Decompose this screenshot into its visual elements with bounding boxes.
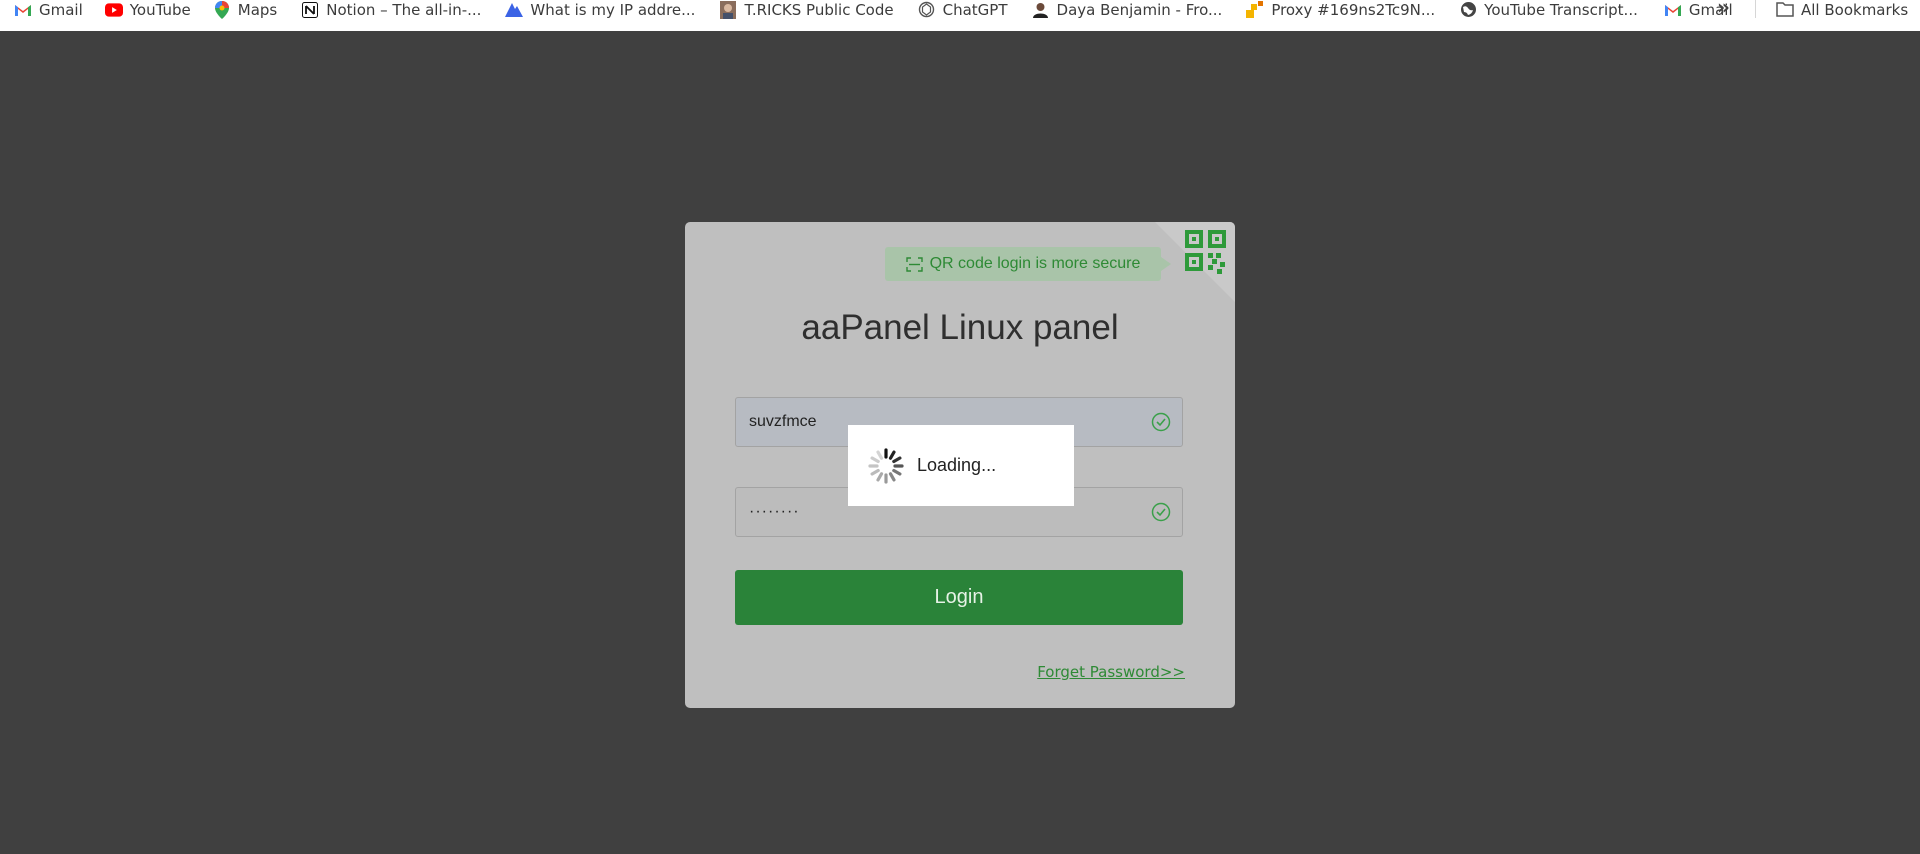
login-button[interactable]: Login xyxy=(735,570,1183,625)
qr-code-icon[interactable] xyxy=(1155,222,1235,302)
bookmark-transcript[interactable]: YouTube Transcript... xyxy=(1459,0,1638,25)
forget-password-link[interactable]: Forget Password>> xyxy=(1037,663,1185,681)
bookmark-label: ChatGPT xyxy=(942,0,1008,19)
proxy-icon xyxy=(1246,0,1264,19)
loading-dialog: Loading... xyxy=(848,425,1074,506)
bookmark-label: YouTube xyxy=(129,0,191,19)
ip-icon xyxy=(505,1,524,19)
loading-text: Loading... xyxy=(917,455,997,475)
bookmark-label: T.RICKS Public Code xyxy=(744,0,894,19)
bookmark-youtube[interactable]: YouTube xyxy=(104,0,191,25)
youtube-icon xyxy=(104,1,123,19)
avatar-icon xyxy=(719,0,737,19)
qr-tip-text: QR code login is more secure xyxy=(929,255,1141,272)
page-title: aaPanel Linux panel xyxy=(801,308,1119,347)
bookmark-gmail[interactable]: Gmail xyxy=(14,0,83,25)
bookmark-label: YouTube Transcript... xyxy=(1484,0,1638,19)
more-bookmarks-chevron-icon[interactable]: » xyxy=(1717,0,1730,19)
bookmark-chatgpt[interactable]: ChatGPT xyxy=(918,0,1008,25)
maps-icon xyxy=(213,0,231,19)
all-bookmarks-label: All Bookmarks xyxy=(1801,0,1909,19)
gmail-icon xyxy=(1664,1,1682,19)
check-circle-icon xyxy=(1151,502,1171,527)
scan-icon xyxy=(905,256,923,272)
bookmark-label: Proxy #169ns2Tc9N... xyxy=(1271,0,1436,19)
bookmark-daya[interactable]: Daya Benjamin - Fro... xyxy=(1032,0,1223,25)
bookmark-label: Gmail xyxy=(39,0,83,19)
bookmark-notion[interactable]: Notion – The all-in-... xyxy=(301,0,481,25)
bookmark-label: Maps xyxy=(237,0,278,19)
bookmarks-bar: Gmail YouTube Maps Notion – The all-in-.… xyxy=(0,0,1920,31)
folder-icon xyxy=(1776,1,1794,19)
qr-login-tip[interactable]: QR code login is more secure xyxy=(885,247,1171,281)
chatgpt-icon xyxy=(918,1,936,19)
bookmark-label: Daya Benjamin - Fro... xyxy=(1056,0,1223,19)
avatar-icon xyxy=(1032,1,1050,19)
bookmark-label: Notion – The all-in-... xyxy=(326,0,482,19)
bookmark-ip[interactable]: What is my IP addre... xyxy=(505,0,695,25)
globe-icon xyxy=(1459,1,1477,19)
gmail-icon xyxy=(14,1,32,19)
notion-icon xyxy=(301,1,319,19)
spinner-icon xyxy=(868,447,904,484)
bookmarks-divider xyxy=(1755,0,1756,18)
bookmark-tricks[interactable]: T.RICKS Public Code xyxy=(719,0,894,25)
bookmark-maps[interactable]: Maps xyxy=(213,0,277,25)
bookmark-label: What is my IP addre... xyxy=(530,0,696,19)
all-bookmarks-button[interactable]: All Bookmarks xyxy=(1776,0,1908,25)
check-circle-icon xyxy=(1151,412,1171,437)
bookmark-proxy[interactable]: Proxy #169ns2Tc9N... xyxy=(1246,0,1435,25)
